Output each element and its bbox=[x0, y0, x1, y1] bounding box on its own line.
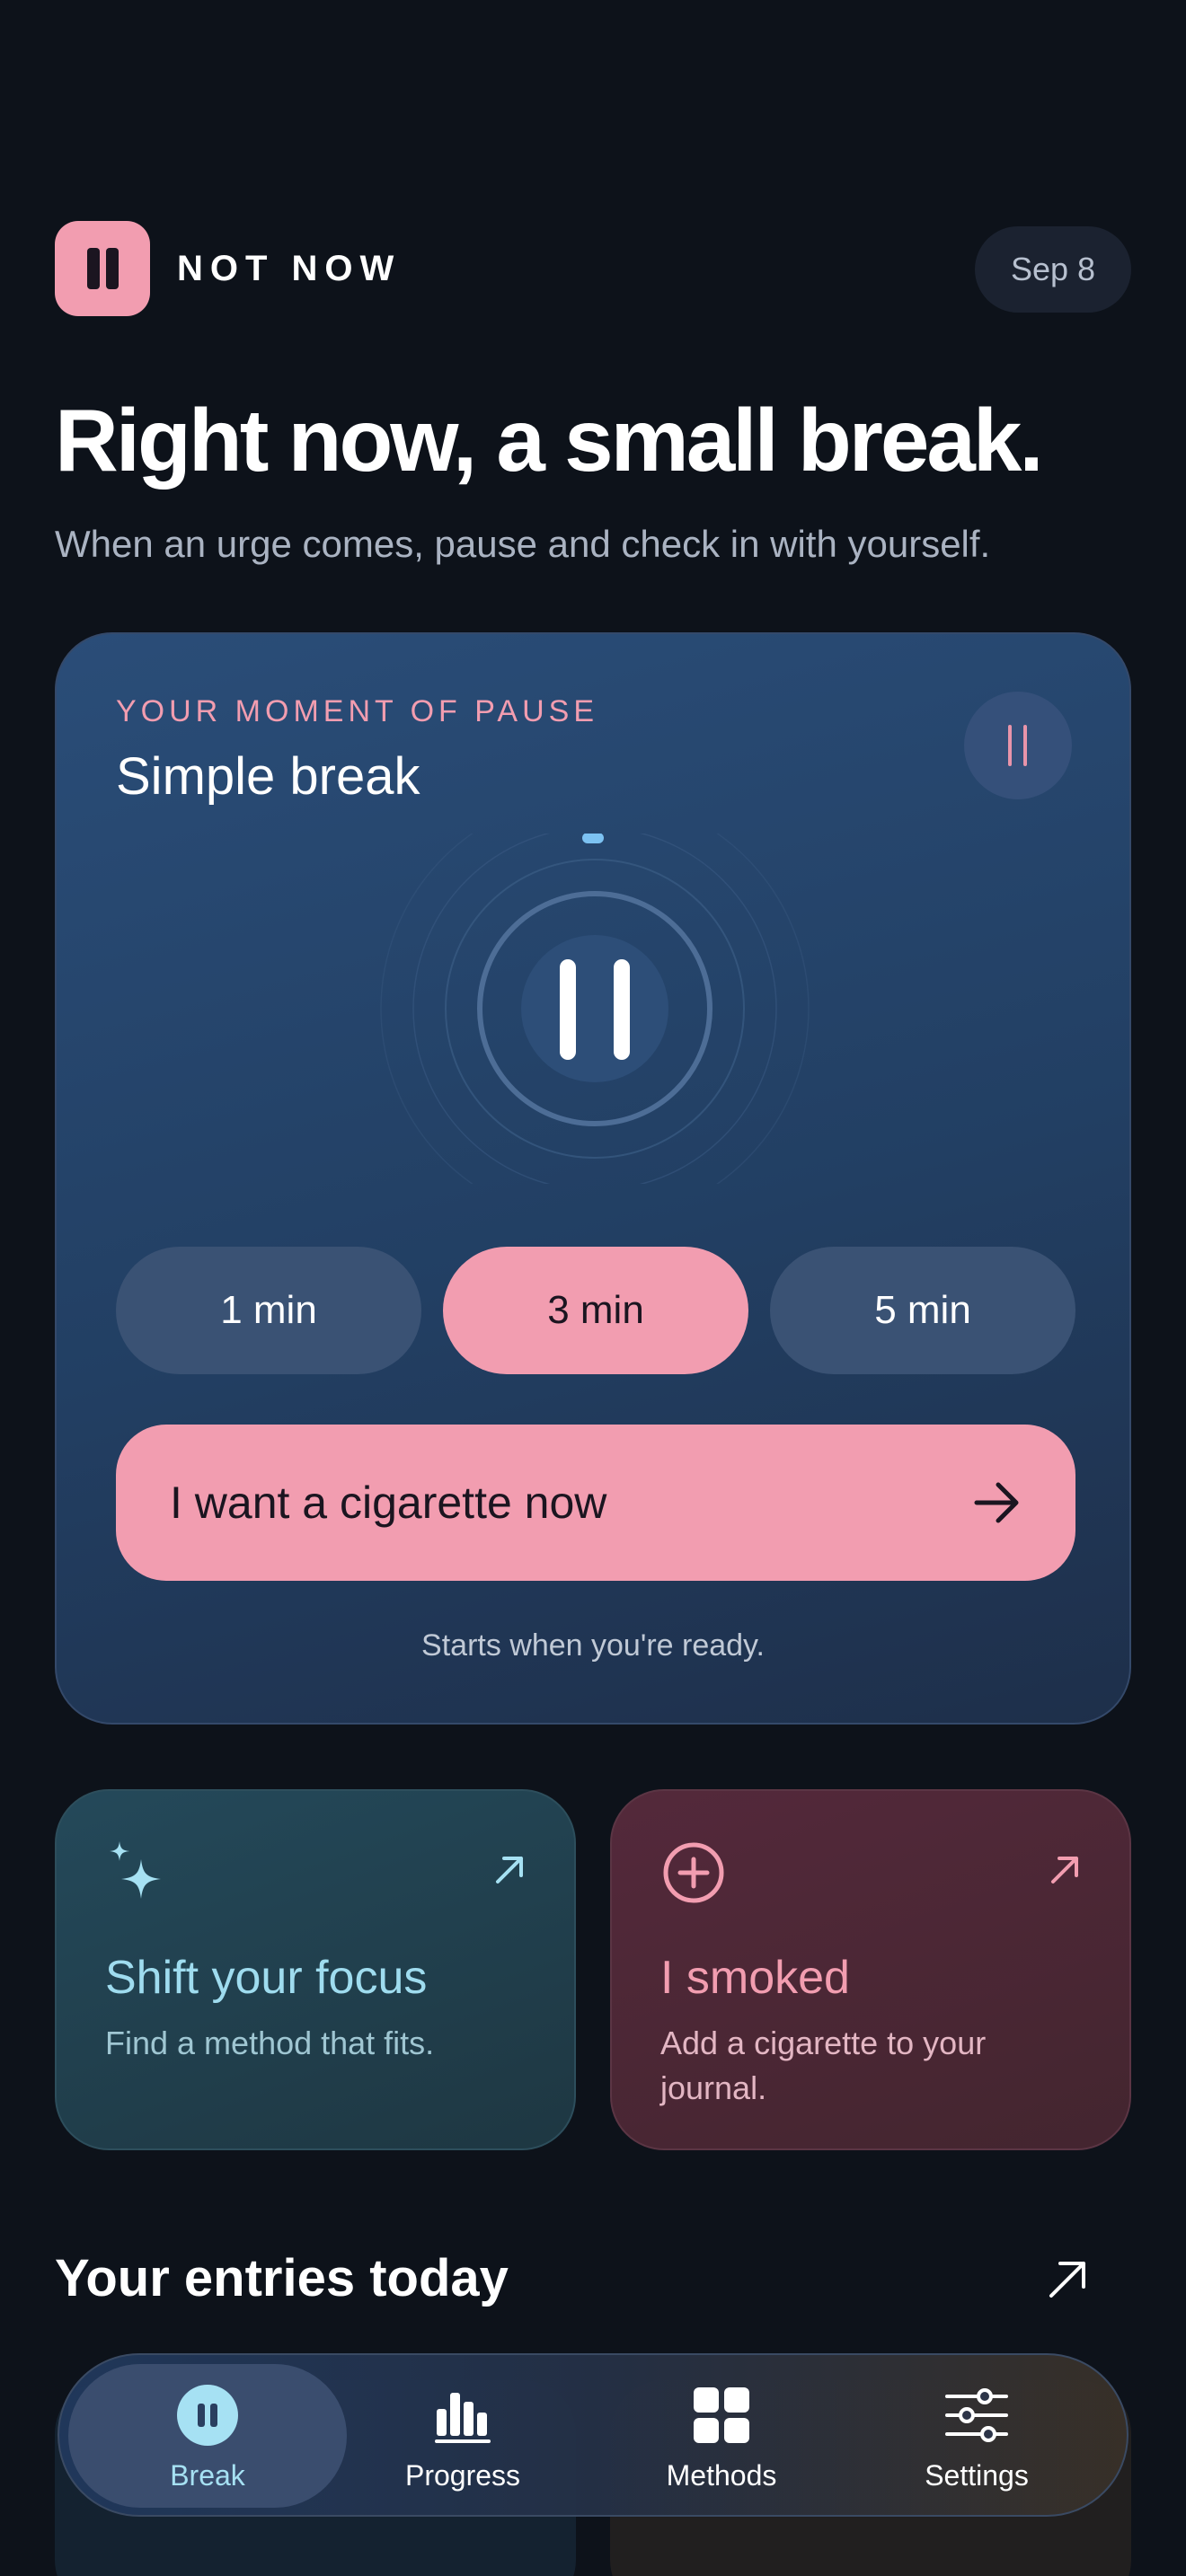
i-smoked-tile[interactable]: I smoked Add a cigarette to your journal… bbox=[610, 1789, 1131, 2150]
arrow-up-right-icon bbox=[1051, 1857, 1078, 1883]
pause-icon bbox=[1008, 725, 1012, 766]
card-kicker: YOUR MOMENT OF PAUSE bbox=[116, 694, 599, 728]
duration-1-min-button[interactable]: 1 min bbox=[116, 1247, 421, 1374]
arrow-up-right-icon bbox=[496, 1857, 523, 1883]
breathing-timer[interactable] bbox=[380, 834, 810, 1184]
tab-methods[interactable]: Methods bbox=[582, 2364, 861, 2508]
card-note: Starts when you're ready. bbox=[421, 1628, 765, 1663]
tab-label: Progress bbox=[404, 2459, 521, 2492]
pause-icon bbox=[177, 2385, 238, 2446]
page-subtitle: When an urge comes, pause and check in w… bbox=[55, 523, 991, 565]
pause-card: YOUR MOMENT OF PAUSE Simple break 1 min … bbox=[55, 632, 1131, 1725]
sparkle-icon bbox=[110, 1841, 161, 1899]
date-badge[interactable]: Sep 8 bbox=[975, 226, 1131, 313]
pause-icon bbox=[87, 248, 100, 289]
tab-break[interactable]: Break bbox=[68, 2364, 347, 2508]
app-header: NOT NOW Sep 8 bbox=[55, 221, 1131, 318]
timer-ring-graphic bbox=[380, 834, 810, 1184]
page-title: Right now, a small break. bbox=[55, 391, 1044, 490]
grid-icon bbox=[694, 2387, 749, 2443]
tab-progress[interactable]: Progress bbox=[323, 2364, 602, 2508]
bar-chart-icon bbox=[435, 2393, 491, 2443]
pause-icon bbox=[560, 959, 576, 1060]
brand-name: NOT NOW bbox=[177, 249, 402, 288]
tile-title: I smoked bbox=[660, 1952, 850, 2004]
card-title: Simple break bbox=[116, 747, 420, 806]
duration-5-min-button[interactable]: 5 min bbox=[770, 1247, 1075, 1374]
tab-settings[interactable]: Settings bbox=[837, 2364, 1116, 2508]
want-cigarette-button[interactable]: I want a cigarette now bbox=[116, 1425, 1075, 1581]
entries-title: Your entries today bbox=[55, 2249, 509, 2307]
arrow-right-icon bbox=[974, 1482, 1019, 1523]
duration-selector: 1 min 3 min 5 min bbox=[116, 1247, 1075, 1374]
tile-title: Shift your focus bbox=[105, 1952, 428, 2004]
sliders-icon bbox=[945, 2388, 1008, 2442]
pause-toggle-button[interactable] bbox=[964, 692, 1072, 799]
tab-label: Break bbox=[170, 2459, 245, 2492]
cta-label: I want a cigarette now bbox=[170, 1478, 607, 1528]
tab-label: Methods bbox=[666, 2459, 777, 2492]
shift-focus-tile[interactable]: Shift your focus Find a method that fits… bbox=[55, 1789, 576, 2150]
arrow-up-right-icon[interactable] bbox=[1046, 2258, 1089, 2301]
app-logo bbox=[55, 221, 150, 316]
tile-description: Add a cigarette to your journal. bbox=[660, 2025, 987, 2106]
plus-circle-icon bbox=[663, 1842, 724, 1903]
tile-description: Find a method that fits. bbox=[105, 2025, 435, 2061]
duration-3-min-button[interactable]: 3 min bbox=[443, 1247, 748, 1374]
tab-bar: Break Progress Methods Settings bbox=[58, 2353, 1128, 2517]
tab-label: Settings bbox=[925, 2459, 1029, 2492]
